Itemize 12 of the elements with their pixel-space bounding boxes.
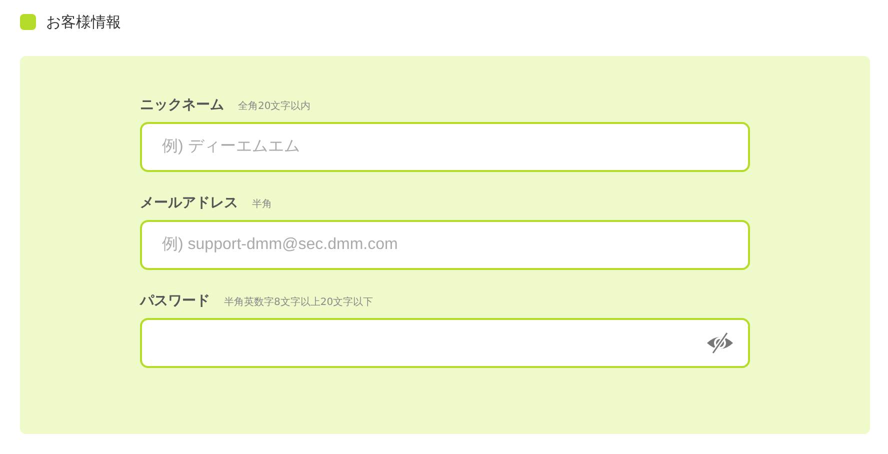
bullet-icon — [20, 14, 36, 30]
field-label: ニックネーム — [140, 96, 224, 114]
field-label: メールアドレス — [140, 194, 238, 212]
field-note: 半角 — [252, 198, 272, 211]
input-field[interactable]: 例) support-dmm@sec.dmm.com — [140, 220, 750, 270]
input-field[interactable]: 例) ディーエムエム — [140, 122, 750, 172]
section-title: お客様情報 — [46, 12, 121, 32]
field-label: パスワード — [140, 292, 210, 310]
password-field[interactable] — [140, 318, 750, 368]
field-note: 半角英数字8文字以上20文字以下 — [224, 296, 374, 309]
eye-slash-icon[interactable] — [706, 332, 734, 354]
field-note: 全角20文字以内 — [238, 100, 311, 113]
